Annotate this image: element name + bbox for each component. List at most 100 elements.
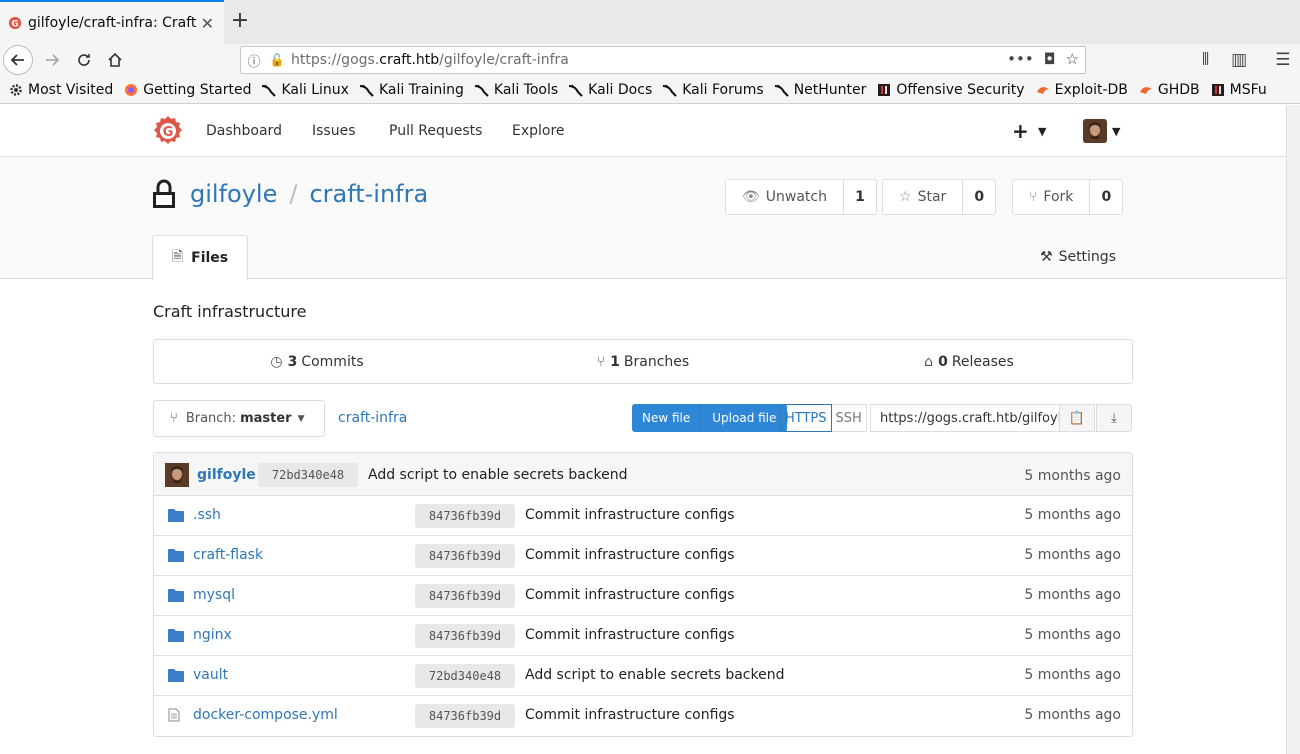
pocket-icon[interactable]: ◘ xyxy=(1044,50,1056,68)
insecure-lock-icon[interactable]: 🔓 xyxy=(267,53,287,67)
breadcrumb[interactable]: craft-infra xyxy=(338,410,407,426)
repo-owner-link[interactable]: gilfoyle xyxy=(190,180,277,208)
reload-button[interactable] xyxy=(68,44,100,76)
clipboard-icon: 📋 xyxy=(1068,410,1086,426)
library-icon[interactable]: ⫴ xyxy=(1202,50,1209,70)
bookmark-label: Most Visited xyxy=(28,81,114,98)
user-dropdown-caret-icon[interactable]: ▼ xyxy=(1112,125,1120,138)
commit-author-link[interactable]: gilfoyle xyxy=(197,467,256,483)
bookmark-item[interactable]: Kali Training xyxy=(359,82,464,98)
repo-name-link[interactable]: craft-infra xyxy=(309,180,428,208)
commit-age: 5 months ago xyxy=(1024,507,1121,523)
fork-icon: ⑂ xyxy=(1029,189,1038,205)
tab-settings[interactable]: ⚒ Settings xyxy=(1040,249,1116,265)
commit-sha[interactable]: 84736fb39d xyxy=(415,584,515,608)
fork-button[interactable]: ⑂ Fork xyxy=(1013,180,1091,214)
user-avatar[interactable] xyxy=(1083,119,1107,143)
home-button[interactable] xyxy=(99,44,131,76)
new-tab-button[interactable]: + xyxy=(226,6,254,36)
fork-group: ⑂ Fork 0 xyxy=(1012,179,1124,215)
commit-message[interactable]: Commit infrastructure configs xyxy=(525,627,735,643)
info-icon[interactable]: ⓘ xyxy=(241,51,267,70)
close-tab-icon[interactable]: ✕ xyxy=(201,14,214,33)
nav-issues[interactable]: Issues xyxy=(312,123,356,139)
browser-tab[interactable]: G gilfoyle/craft-infra: Craft ✕ xyxy=(0,0,224,44)
commit-message[interactable]: Commit infrastructure configs xyxy=(525,707,735,723)
bookmark-item[interactable]: Most Visited xyxy=(8,82,113,98)
menu-icon[interactable]: ☰ xyxy=(1275,50,1290,70)
fork-count[interactable]: 0 xyxy=(1090,180,1122,214)
star-button[interactable]: ☆ Star xyxy=(883,180,964,214)
ssh-button[interactable]: SSH xyxy=(831,404,867,432)
page-actions-icon[interactable]: ••• xyxy=(1007,50,1034,68)
new-file-button[interactable]: New file xyxy=(632,404,701,432)
file-name-link[interactable]: nginx xyxy=(193,627,232,643)
folder-icon xyxy=(168,668,184,682)
bookmark-item[interactable]: GHDB xyxy=(1138,82,1200,98)
forward-button[interactable] xyxy=(36,44,68,76)
https-button[interactable]: HTTPS xyxy=(780,404,832,432)
create-dropdown-caret-icon[interactable]: ▼ xyxy=(1038,125,1046,138)
copy-url-button[interactable]: 📋 xyxy=(1059,404,1095,432)
firefox-icon xyxy=(123,82,139,98)
commit-sha[interactable]: 72bd340e48 xyxy=(258,463,358,487)
branches-stat[interactable]: ⑂ 1 Branches xyxy=(480,340,806,383)
commit-sha[interactable]: 72bd340e48 xyxy=(415,664,515,688)
create-new-icon[interactable]: + xyxy=(1012,119,1029,143)
bookmark-item[interactable]: Kali Tools xyxy=(474,82,558,98)
branch-selector[interactable]: ⑂ Branch: master ▼ xyxy=(153,400,325,437)
browser-tab-bar: G gilfoyle/craft-infra: Craft ✕ + xyxy=(0,0,1300,44)
back-button[interactable] xyxy=(2,44,34,76)
watch-count[interactable]: 1 xyxy=(844,180,876,214)
commit-age: 5 months ago xyxy=(1024,627,1121,643)
file-name-link[interactable]: vault xyxy=(193,667,228,683)
bookmark-item[interactable]: NetHunter xyxy=(774,82,866,98)
nav-dashboard[interactable]: Dashboard xyxy=(206,123,282,139)
commit-sha[interactable]: 84736fb39d xyxy=(415,504,515,528)
file-name-link[interactable]: craft-flask xyxy=(193,547,263,563)
forward-arrow-icon xyxy=(46,54,60,66)
commit-message[interactable]: Add script to enable secrets backend xyxy=(368,467,627,483)
commit-author-avatar[interactable] xyxy=(165,463,189,487)
bookmark-label: Kali Forums xyxy=(682,81,764,98)
commit-sha[interactable]: 84736fb39d xyxy=(415,704,515,728)
page-scrollbar[interactable] xyxy=(1286,105,1300,754)
file-name-link[interactable]: .ssh xyxy=(193,507,221,523)
star-count[interactable]: 0 xyxy=(963,180,995,214)
sidebar-icon[interactable]: ▥ xyxy=(1231,50,1247,70)
unwatch-button[interactable]: 👁 Unwatch xyxy=(726,180,844,214)
bookmark-item[interactable]: Exploit-DB xyxy=(1035,82,1128,98)
gogs-logo-icon[interactable]: G xyxy=(152,115,184,147)
chevron-down-icon: ▼ xyxy=(297,413,305,424)
nav-pull-requests[interactable]: Pull Requests xyxy=(389,123,482,139)
clone-url-input[interactable]: https://gogs.craft.htb/gilfoyle/craft-in… xyxy=(870,404,1060,432)
bookmark-item[interactable]: Offensive Security xyxy=(876,82,1025,98)
folder-icon xyxy=(168,628,184,642)
commit-message[interactable]: Commit infrastructure configs xyxy=(525,547,735,563)
commit-message[interactable]: Commit infrastructure configs xyxy=(525,587,735,603)
commit-message[interactable]: Commit infrastructure configs xyxy=(525,507,735,523)
file-name-link[interactable]: docker-compose.yml xyxy=(193,707,338,723)
download-button[interactable]: ⤓ xyxy=(1096,404,1132,432)
bookmark-star-icon[interactable]: ☆ xyxy=(1066,50,1079,68)
url-bar[interactable]: ⓘ 🔓 https://gogs.craft.htb/gilfoyle/craf… xyxy=(240,46,1086,74)
bookmark-item[interactable]: Kali Docs xyxy=(568,82,652,98)
bookmark-item[interactable]: MSFu xyxy=(1210,82,1267,98)
table-row: nginx 84736fb39d Commit infrastructure con… xyxy=(154,616,1132,656)
branch-icon: ⑂ xyxy=(170,411,178,426)
releases-stat[interactable]: ⌂ 0 Releases xyxy=(806,340,1132,383)
bookmark-item[interactable]: Kali Forums xyxy=(662,81,764,98)
commit-message[interactable]: Add script to enable secrets backend xyxy=(525,667,784,683)
commit-sha[interactable]: 84736fb39d xyxy=(415,624,515,648)
upload-file-button[interactable]: Upload file xyxy=(700,404,788,432)
commit-sha[interactable]: 84736fb39d xyxy=(415,544,515,568)
bookmark-item[interactable]: Kali Linux xyxy=(261,82,349,98)
commit-age: 5 months ago xyxy=(1024,468,1121,484)
nav-explore[interactable]: Explore xyxy=(512,123,565,139)
tab-files[interactable]: 🗎 Files xyxy=(152,235,248,280)
bookmark-item[interactable]: Getting Started xyxy=(123,82,251,98)
tab-title: gilfoyle/craft-infra: Craft xyxy=(28,15,197,31)
file-name-link[interactable]: mysql xyxy=(193,587,235,603)
watch-group: 👁 Unwatch 1 xyxy=(725,179,877,215)
commits-stat[interactable]: ◷ 3 Commits xyxy=(154,340,480,383)
